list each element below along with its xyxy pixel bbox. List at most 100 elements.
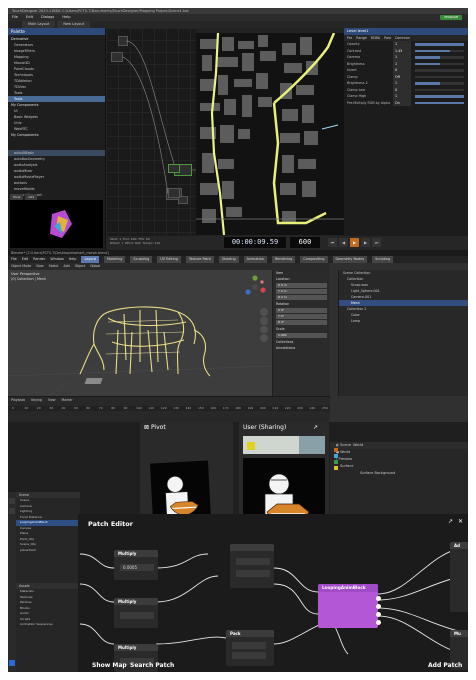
asset-item[interactable]: Animation Sequences [16, 622, 80, 628]
td-menu-file[interactable]: File [12, 14, 18, 21]
parameter-slider[interactable] [415, 95, 464, 98]
world-props-icon[interactable] [334, 460, 338, 464]
object-props-icon[interactable] [334, 466, 338, 470]
output-port[interactable] [376, 612, 381, 617]
n-panel-field[interactable]: Y 0° [276, 314, 327, 319]
workspace-tab[interactable]: Modeling [103, 256, 126, 263]
outliner-item[interactable]: Lamp [339, 318, 468, 324]
viewport-header-item[interactable]: Global [90, 263, 100, 270]
td-menu-edit[interactable]: Edit [26, 14, 33, 21]
props-surface[interactable]: ⌄ Surface [330, 463, 468, 470]
timeline-ruler[interactable]: 0 10 20 30 40 50 60 70 80 90 100 110 120 130 140 150 160… [8, 406, 330, 411]
viewport-header-item[interactable]: Object [75, 263, 85, 270]
viewport-header-item[interactable]: Object Mode [11, 263, 31, 270]
add-node[interactable]: Ad [450, 542, 468, 612]
pan-icon[interactable] [260, 316, 268, 325]
workspace-tab[interactable]: Compositing [300, 256, 328, 263]
rewind-icon[interactable]: ⏮ [328, 238, 337, 247]
n-panel-field[interactable]: Z 0 m [276, 295, 327, 300]
output-port[interactable] [376, 620, 381, 625]
multiply-value[interactable]: 0.0005 [120, 564, 154, 571]
frame-display[interactable]: 600 [290, 237, 320, 248]
props-surface-value[interactable]: Surface Background [330, 470, 468, 477]
timeline-menu-item[interactable]: Keying [31, 397, 42, 404]
n-panel-field[interactable]: X 0° [276, 308, 327, 313]
multiply-input[interactable] [120, 612, 154, 619]
pack-node[interactable]: Pack [226, 630, 274, 666]
parameter-slider[interactable] [415, 43, 464, 46]
parameter-slider[interactable] [415, 75, 464, 78]
workspace-tab[interactable]: Shading [218, 256, 239, 263]
camera-icon[interactable] [260, 325, 268, 334]
workspace-tab[interactable]: Animation [243, 256, 267, 263]
parameter-slider[interactable] [415, 69, 464, 72]
n-panel-field[interactable]: X 0 m [276, 283, 327, 288]
transform-node[interactable] [230, 544, 274, 588]
td-menu-help[interactable]: Help [62, 14, 70, 21]
td-menu-dialogs[interactable]: Dialogs [41, 14, 54, 21]
output-port[interactable] [376, 604, 381, 609]
blender-menu-item[interactable]: Edit [22, 256, 29, 263]
output-port[interactable] [376, 596, 381, 601]
n-panel-section[interactable]: Annotations [273, 345, 330, 351]
multiply-node[interactable]: Multiply 0.0005 [114, 550, 158, 580]
3d-viewport[interactable]: User Perspective (0) Collection | Mesh [8, 270, 272, 396]
upgrade-button[interactable]: UPGRADE [440, 15, 462, 20]
blender-menu-item[interactable]: File [11, 256, 17, 263]
timeline-menu-item[interactable]: View [48, 397, 56, 404]
zoom-icon[interactable] [260, 308, 268, 316]
n-panel-section[interactable]: Location [273, 276, 330, 282]
looping-anim-block[interactable]: LoopingAnimBlock [318, 584, 381, 628]
scene-props-icon[interactable] [334, 454, 338, 458]
grid-icon[interactable] [260, 334, 268, 342]
n-panel-section[interactable]: Scale [273, 326, 330, 332]
n-panel-field[interactable]: Z 0° [276, 320, 327, 325]
parameter-slider[interactable] [415, 56, 464, 59]
patch-editor[interactable]: Patch Editor ↗ ✕ Multiply 0.0005 Multipl… [78, 514, 468, 672]
workspace-tab[interactable]: Rendering [271, 256, 296, 263]
expand-icon[interactable]: ↗ [313, 424, 318, 431]
tab-main-layout[interactable]: Main Layout [22, 21, 56, 28]
workspace-tab[interactable]: Texture Paint [185, 256, 214, 263]
parameter-slider[interactable] [415, 101, 464, 104]
navigation-gizmo-icon[interactable] [242, 274, 268, 300]
n-panel-section[interactable]: Rotation [273, 301, 330, 307]
tab-new-layout[interactable]: New Layout [57, 21, 91, 28]
viewport-header-item[interactable]: Select [49, 263, 59, 270]
blender-menu-item[interactable]: Window [50, 256, 63, 263]
play-icon[interactable]: ▶ [350, 238, 359, 247]
workspace-tab[interactable]: Sculpting [130, 256, 153, 263]
workspace-tab[interactable]: Layout [81, 256, 99, 263]
show-map-button[interactable]: Show Map [92, 662, 127, 669]
blender-menu-item[interactable]: Render [33, 256, 45, 263]
n-panel-field[interactable]: Y 0 m [276, 289, 327, 294]
parameter-slider[interactable] [415, 88, 464, 91]
parameter-slider[interactable] [415, 82, 464, 85]
tool-icon[interactable] [9, 508, 15, 514]
workspace-tab[interactable]: Geometry Nodes [332, 256, 368, 263]
network-node[interactable] [168, 188, 180, 198]
add-patch-button[interactable]: Add Patch [428, 662, 462, 669]
tool-icon[interactable] [9, 660, 15, 666]
parameter-slider[interactable] [415, 49, 464, 52]
workspace-tab[interactable]: UV Editing [157, 256, 181, 263]
close-icon[interactable]: ⊠ [144, 424, 151, 431]
props-preview[interactable]: › Preview [330, 456, 468, 463]
search-patch-button[interactable]: Search Patch [130, 662, 174, 669]
props-world[interactable]: ● World [330, 449, 468, 456]
multiply-node[interactable]: Multiply [114, 598, 158, 628]
step-forward-icon[interactable]: ▶ [361, 238, 370, 247]
network-editor[interactable] [106, 28, 196, 236]
parameter-slider[interactable] [415, 62, 464, 65]
props-scene[interactable]: ◐ Scene World [330, 442, 468, 449]
n-panel-field[interactable]: 1.000 [276, 333, 327, 338]
tool-icon[interactable] [334, 448, 338, 452]
blender-menu-item[interactable]: Help [69, 256, 77, 263]
forward-end-icon[interactable]: ⏭ [372, 238, 381, 247]
workspace-tab[interactable]: Scripting [372, 256, 394, 263]
scene-item[interactable]: planeTrack [16, 548, 80, 554]
network-node[interactable] [168, 164, 180, 173]
viewport-header-item[interactable]: Add [64, 263, 70, 270]
tool-icon[interactable] [9, 498, 15, 504]
viewport-header-item[interactable]: View [36, 263, 44, 270]
